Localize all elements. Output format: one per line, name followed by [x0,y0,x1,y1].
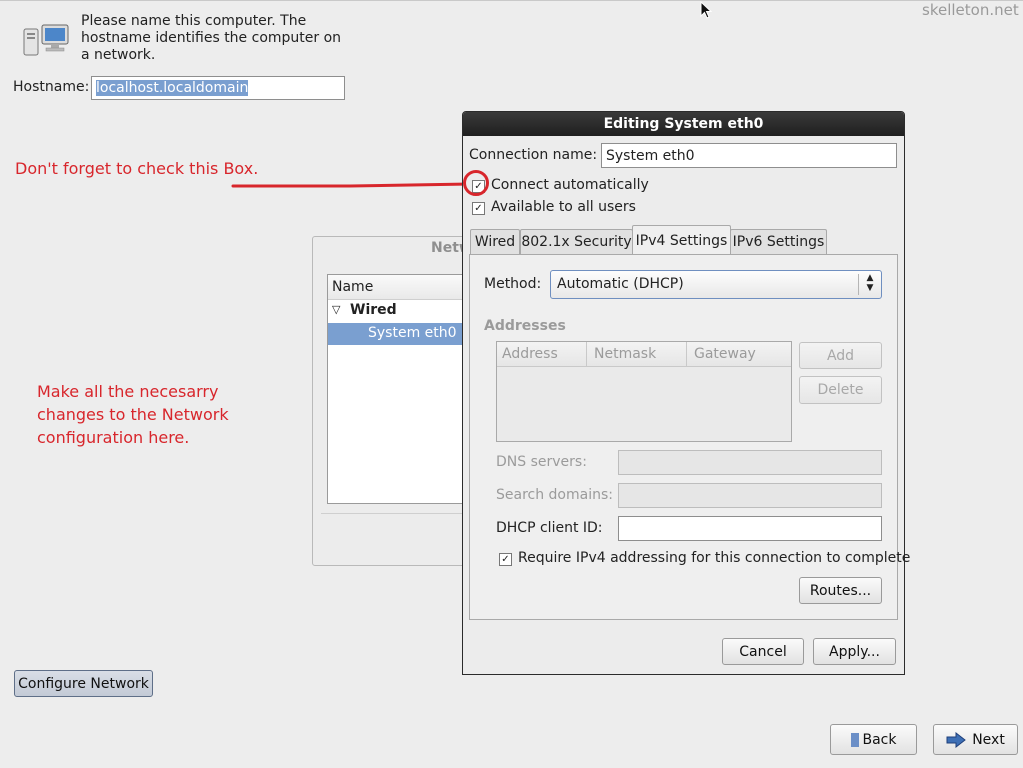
annotation-network: Make all the necesarry changes to the Ne… [37,382,229,447]
group-wired-label: Wired [350,302,397,318]
method-value: Automatic (DHCP) [557,276,684,292]
available-to-all-users-label[interactable]: Available to all users [491,199,636,215]
next-button[interactable]: Next [933,724,1018,755]
column-gateway[interactable]: Gateway [689,342,789,366]
tab-ipv4-settings[interactable]: IPv4 Settings [632,225,731,255]
watermark: skelleton.net [922,1,1019,19]
select-divider [858,274,859,295]
next-label: Next [972,731,1005,748]
highlight-circle [463,170,489,196]
connection-name-value: System eth0 [606,147,695,164]
hostname-input[interactable]: localhost.localdomain [91,76,345,100]
mouse-cursor-icon [700,0,713,23]
method-label: Method: [484,276,542,292]
dialog-title-bar[interactable]: Editing System eth0 [463,112,904,136]
dns-servers-label: DNS servers: [496,454,587,470]
delete-button[interactable]: Delete [799,376,882,404]
expander-triangle-icon: ▽ [332,303,341,316]
routes-button[interactable]: Routes... [799,577,882,604]
list-separator [321,513,473,514]
dialog-title: Editing System eth0 [603,116,764,132]
connection-name-label: Connection name: [469,147,598,163]
column-header-name[interactable]: Name [328,275,474,300]
annotation-arrow-line [231,182,470,188]
network-connections-window: Netw Name ▽ Wired System eth0 [312,236,475,566]
tab-wired[interactable]: Wired [470,229,520,254]
intro-text: Please name this computer. The hostname … [81,13,342,63]
annotation-check-box: Don't forget to check this Box. [15,159,259,178]
updown-arrows-icon: ▲ ▼ [866,273,874,293]
search-domains-input[interactable] [618,483,882,508]
connection-name-input[interactable]: System eth0 [601,143,897,168]
group-wired[interactable]: ▽ Wired [328,300,474,322]
require-ipv4-checkbox[interactable]: ✓ [499,553,512,566]
column-header-label: Name [332,279,374,295]
require-ipv4-label[interactable]: Require IPv4 addressing for this connect… [518,550,910,566]
back-label: Back [862,731,897,748]
addresses-heading: Addresses [484,318,566,334]
add-button[interactable]: Add [799,342,882,369]
connections-list[interactable]: Name ▽ Wired System eth0 [327,274,475,504]
connect-automatically-label[interactable]: Connect automatically [491,177,649,193]
top-border [0,0,1023,1]
column-address[interactable]: Address [497,342,587,366]
back-button[interactable]: Back [830,724,917,755]
cancel-button[interactable]: Cancel [722,638,804,665]
computer-network-icon [22,23,72,61]
search-domains-label: Search domains: [496,487,613,503]
dhcp-client-id-label: DHCP client ID: [496,520,603,536]
apply-button[interactable]: Apply... [813,638,896,665]
hostname-label: Hostname: [13,79,90,95]
list-item-label: System eth0 [368,325,457,341]
method-select[interactable]: Automatic (DHCP) ▲ ▼ [550,270,882,299]
dhcp-client-id-input[interactable] [618,516,882,541]
list-item-system-eth0[interactable]: System eth0 [328,323,474,345]
dns-servers-input[interactable] [618,450,882,475]
column-netmask[interactable]: Netmask [589,342,687,366]
available-to-all-users-checkbox[interactable]: ✓ [472,202,485,215]
back-arrow-icon [850,732,859,747]
hostname-value: localhost.localdomain [96,80,249,96]
tab-ipv6-settings[interactable]: IPv6 Settings [730,229,827,254]
configure-network-button[interactable]: Configure Network [14,670,153,697]
next-arrow-icon [946,731,967,748]
tab-8021x-security[interactable]: 802.1x Security [520,229,633,254]
